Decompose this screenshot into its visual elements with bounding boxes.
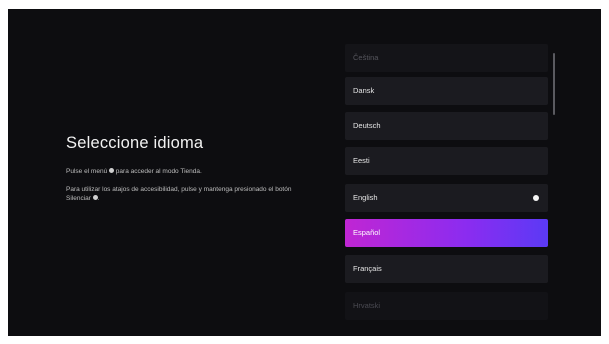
page-title: Seleccione idioma — [66, 134, 204, 152]
store-mode-hint-text-before: Pulse el menú — [66, 168, 109, 175]
language-option-label: Dansk — [353, 86, 375, 95]
language-option-label: Hrvatski — [353, 301, 381, 310]
language-list[interactable]: Čeština Dansk Deutsch Eesti English Espa… — [345, 44, 548, 324]
store-mode-hint-text-after: para acceder al modo Tienda. — [114, 168, 202, 175]
language-option-francais[interactable]: Français — [345, 255, 548, 283]
language-option-label: Deutsch — [353, 121, 381, 130]
accessibility-hint: Para utilizar los atajos de accesibilida… — [66, 185, 296, 203]
language-intro-panel: Seleccione idioma Pulse el menú para acc… — [66, 133, 306, 212]
language-option-hrvatski[interactable]: Hrvatski — [345, 292, 548, 320]
accessibility-hint-text-before: Para utilizar los atajos de accesibilida… — [66, 186, 292, 202]
language-option-dansk[interactable]: Dansk — [345, 77, 548, 105]
language-option-label: Español — [353, 228, 381, 237]
radio-selected-icon — [533, 195, 539, 201]
language-option-label: Čeština — [353, 53, 379, 62]
language-option-label: Français — [353, 264, 382, 273]
language-option-label: English — [353, 193, 378, 202]
language-option-cestina[interactable]: Čeština — [345, 44, 548, 72]
language-option-deutsch[interactable]: Deutsch — [345, 112, 548, 140]
accessibility-hint-text-after: . — [97, 195, 100, 202]
language-option-label: Eesti — [353, 156, 370, 165]
store-mode-hint: Pulse el menú para acceder al modo Tiend… — [66, 167, 296, 176]
language-option-english[interactable]: English — [345, 184, 548, 212]
language-list-scrollbar[interactable] — [553, 53, 555, 115]
language-option-eesti[interactable]: Eesti — [345, 147, 548, 175]
tv-screen: Seleccione idioma Pulse el menú para acc… — [8, 9, 601, 336]
language-option-espanol[interactable]: Español — [345, 219, 548, 247]
